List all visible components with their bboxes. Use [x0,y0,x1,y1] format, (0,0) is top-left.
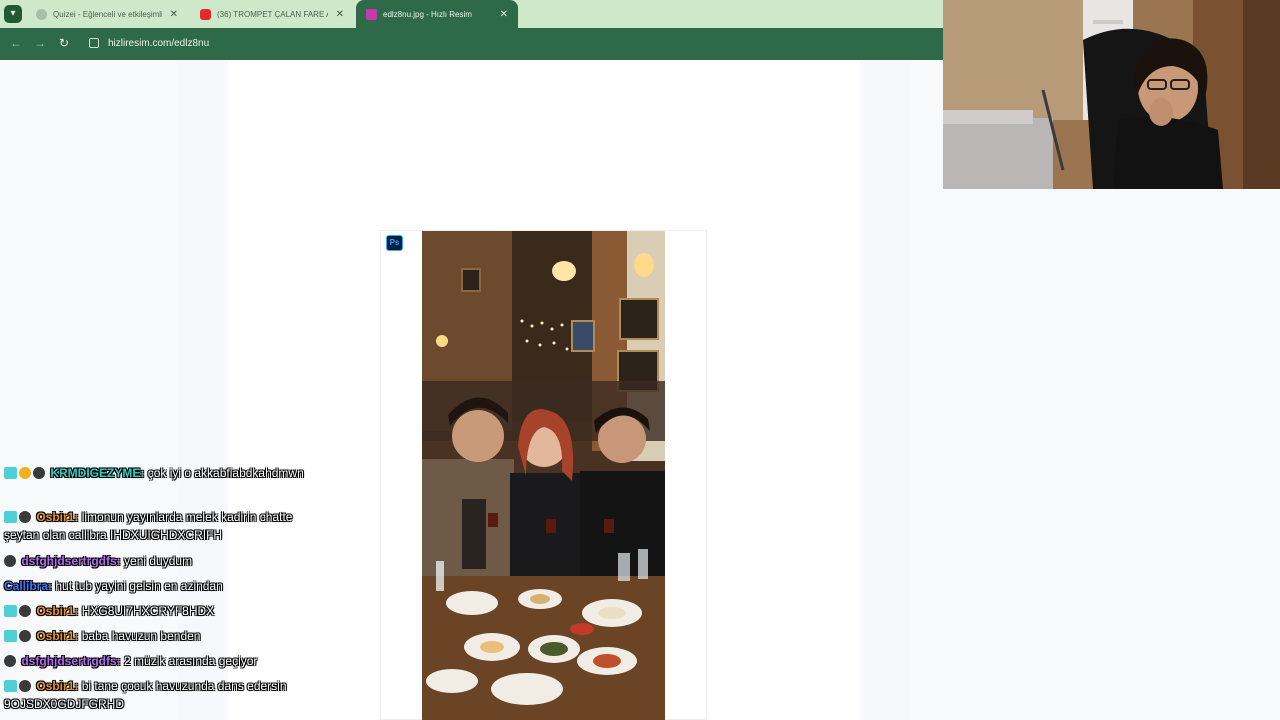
chat-username: dsfghjdsertrgdfs: [21,554,121,568]
tab-close-icon[interactable]: ✕ [500,9,508,20]
chat-message: Callibra: hut tub yayini gelsin en azind… [4,577,324,595]
screen: ▾ Quizei - Eğlenceli ve etkileşimli ✕ (3… [0,0,1280,720]
site-info-icon[interactable] [89,38,99,48]
glasses-badge-icon [19,680,31,692]
chat-text: 2 müzik arasında geçiyor [124,654,258,668]
chat-text: yeni duydum [124,554,193,568]
subscriber-badge-icon [4,467,17,479]
tab-label: Quizei - Eğlenceli ve etkileşimli [53,9,162,19]
glasses-badge-icon [19,511,31,523]
subscriber-badge-icon [4,680,17,692]
chat-text: çok iyi o akkabfiabdkahdmwn [147,466,304,480]
address-bar[interactable]: hizliresim.com/edlz8nu [108,38,209,49]
chat-message: Osbir1: limonun yayınlarda melek kadirin… [4,508,324,544]
tab-close-icon[interactable]: ✕ [336,9,344,20]
chat-username: Osbir1: [36,629,79,643]
chat-message: Osbir1: bi tane çocuk havuzunda dans ede… [4,677,324,713]
chat-username: Osbir1: [36,679,79,693]
chat-username: Osbir1: [36,604,79,618]
glasses-badge-icon [33,467,45,479]
chat-text: hut tub yayini gelsin en azindan [55,579,223,593]
uploaded-photo[interactable] [422,231,665,720]
subscriber-badge-icon [4,630,17,642]
chat-message: Osbir1: HXG8UI7HXCRYF8HDX [4,602,324,620]
webcam-feed-image [943,0,1280,189]
chat-text: baba havuzun benden [81,629,201,643]
chat-text: HXG8UI7HXCRYF8HDX [81,604,215,618]
photoshop-badge-icon[interactable]: Ps [386,235,403,251]
browser-tabstrip: ▾ Quizei - Eğlenceli ve etkileşimli ✕ (3… [0,0,943,28]
tab-youtube[interactable]: (36) TROMPET ÇALAN FARE AÇ ✕ [190,0,354,28]
chat-username: Callibra: [4,579,53,593]
chat-message: dsfghjdsertrgdfs: yeni duydum [4,552,324,570]
gold-badge-icon [19,467,31,479]
forward-arrow-icon[interactable]: → [34,36,46,50]
quizei-favicon-icon [36,8,47,20]
subscriber-badge-icon [4,605,17,617]
reload-icon[interactable]: ↻ [59,36,69,50]
chat-message: Osbir1: baba havuzun benden [4,627,324,645]
chat-username: KRMDIGEZYME: [50,466,145,480]
tab-close-icon[interactable]: ✕ [170,9,178,20]
glasses-badge-icon [4,555,16,567]
chat-message: dsfghjdsertrgdfs: 2 müzik arasında geçiy… [4,652,324,670]
back-arrow-icon[interactable]: ← [10,36,22,50]
youtube-favicon-icon [200,8,211,20]
chat-message: KRMDIGEZYME: çok iyi o akkabfiabdkahdmwn [4,464,324,482]
chat-username: Osbir1: [36,510,79,524]
glasses-badge-icon [4,655,16,667]
browser-toolbar: ← → ↻ hizliresim.com/edlz8nu [0,28,943,60]
subscriber-badge-icon [4,511,17,523]
tab-label: (36) TROMPET ÇALAN FARE AÇ [217,9,328,19]
tab-label: edlz8nu.jpg - Hızlı Resim [383,9,472,19]
tab-hizliresim[interactable]: edlz8nu.jpg - Hızlı Resim ✕ [356,0,518,28]
glasses-badge-icon [19,605,31,617]
restaurant-photo-image [422,231,665,720]
glasses-badge-icon [19,630,31,642]
image-favicon-icon [366,8,377,20]
tab-quizei[interactable]: Quizei - Eğlenceli ve etkileşimli ✕ [26,0,188,28]
tab-search-menu-icon[interactable]: ▾ [4,5,22,23]
chat-username: dsfghjdsertrgdfs: [21,654,121,668]
webcam-overlay [943,0,1280,189]
